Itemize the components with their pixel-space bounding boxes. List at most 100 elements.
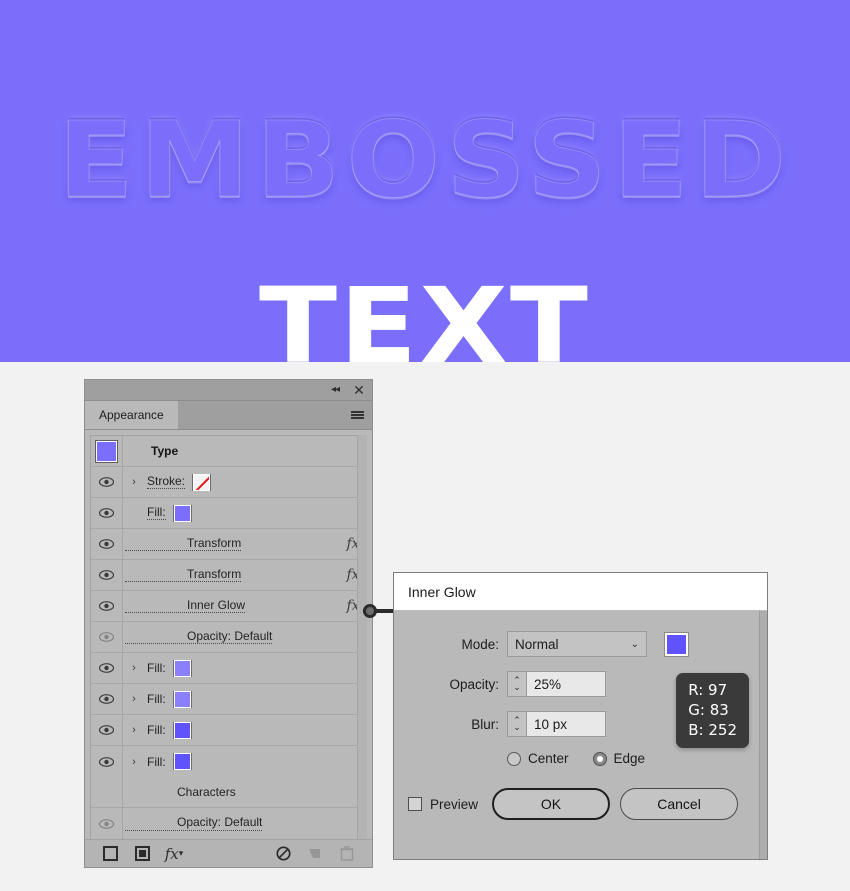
dialog-button-row: Preview OK Cancel [394,788,767,820]
dialog-scrollbar[interactable] [759,611,767,859]
checkbox-icon [408,797,422,811]
preview-checkbox[interactable]: Preview [408,797,478,812]
blend-mode-value: Normal [515,637,559,652]
appearance-row-fill-2[interactable]: › Fill: [91,653,366,684]
transform-1-label-cell: Transform [123,537,340,552]
eye-icon [99,601,114,611]
appearance-row-opacity-bottom[interactable]: Opacity: Default [91,808,366,839]
appearance-row-stroke[interactable]: › Stroke: [91,467,366,498]
duplicate-item-icon[interactable] [304,844,326,864]
embossed-text-artwork: EMBOSSED [0,108,850,212]
radio-option-center[interactable]: Center [507,751,569,766]
solid-text-label: TEXT [259,274,590,362]
eye-icon [99,819,114,829]
new-stroke-icon[interactable] [99,844,121,864]
appearance-row-characters[interactable]: Characters [91,777,366,808]
add-effect-fx-icon[interactable]: fx ▾ [163,844,185,864]
close-panel-icon[interactable]: ✕ [351,382,367,398]
appearance-row-fill-4[interactable]: › Fill: [91,715,366,746]
opacity-1-label-cell: Opacity: Default [123,630,340,645]
glow-origin-radio-group: Center Edge [394,751,767,766]
opacity-1-label: Opacity: Default [125,630,272,645]
transform-2-label-cell: Transform [123,568,340,583]
fill-5-color-swatch[interactable] [174,753,191,770]
opacity-input[interactable]: 25% [526,671,606,697]
panel-menu-icon[interactable] [349,401,365,429]
delete-item-icon[interactable] [336,844,358,864]
cancel-button[interactable]: Cancel [620,788,738,820]
transform-1-label: Transform [125,537,241,552]
opacity-bottom-label: Opacity: Default [125,816,262,831]
stroke-label: Stroke: [147,475,185,490]
collapse-panel-icon[interactable]: ◂◂ [327,382,343,398]
fill-3-visibility-toggle[interactable] [91,684,123,714]
fill-3-label: Fill: [147,692,166,706]
fill-2-disclosure-icon[interactable]: › [123,662,145,674]
blend-mode-select[interactable]: Normal ⌄ [507,631,647,657]
appearance-row-inner-glow[interactable]: Inner Glow fx [91,591,366,622]
fill-2-color-swatch[interactable] [174,660,191,677]
appearance-row-opacity-1[interactable]: Opacity: Default [91,622,366,653]
eye-icon [99,539,114,549]
eye-icon [99,570,114,580]
ok-button[interactable]: OK [492,788,610,820]
stroke-visibility-toggle[interactable] [91,467,123,497]
radio-option-edge[interactable]: Edge [593,751,646,766]
glow-color-swatch[interactable] [665,633,688,656]
transform-2-visibility-toggle[interactable] [91,560,123,590]
stroke-label-cell: Stroke: [145,474,340,491]
radio-center-icon [507,752,521,766]
eye-icon [99,757,114,767]
fill-2-label: Fill: [147,661,166,675]
radio-edge-label: Edge [614,751,646,766]
inner-glow-label-cell: Inner Glow [123,599,340,614]
stroke-none-swatch[interactable] [193,474,210,491]
appearance-row-type[interactable]: Type [91,436,366,467]
fill-3-color-swatch[interactable] [174,691,191,708]
fill-5-disclosure-icon[interactable]: › [123,756,145,768]
fill-2-label-cell: Fill: [145,660,340,677]
blur-input[interactable]: 10 px [526,711,606,737]
blur-stepper[interactable]: ⌃ ⌄ [507,711,526,737]
fill-5-visibility-toggle[interactable] [91,746,123,777]
fill-4-label: Fill: [147,723,166,737]
fill-3-disclosure-icon[interactable]: › [123,693,145,705]
panel-scrollbar[interactable] [357,435,367,848]
new-fill-icon[interactable] [131,844,153,864]
appearance-row-fill-3[interactable]: › Fill: [91,684,366,715]
fill-4-visibility-toggle[interactable] [91,715,123,745]
inner-glow-visibility-toggle[interactable] [91,591,123,621]
appearance-row-fill-5[interactable]: › Fill: [91,746,366,777]
clear-appearance-icon[interactable] [272,844,294,864]
mode-label: Mode: [394,637,507,652]
eye-icon [99,477,114,487]
tab-appearance[interactable]: Appearance [85,401,178,429]
transform-1-visibility-toggle[interactable] [91,529,123,559]
fill-4-color-swatch[interactable] [174,722,191,739]
tabbar-empty-area [178,401,372,429]
fill-main-color-swatch[interactable] [174,505,191,522]
eye-icon [99,725,114,735]
menu-bar-2 [351,414,364,416]
opacity-stepper[interactable]: ⌃ ⌄ [507,671,526,697]
appearance-row-transform-2[interactable]: Transform fx [91,560,366,591]
appearance-row-transform-1[interactable]: Transform fx [91,529,366,560]
appearance-row-fill-main[interactable]: ⱟ Fill: [91,498,366,529]
mode-field-row: Mode: Normal ⌄ [394,631,767,657]
fill-main-disclosure-icon[interactable]: ⱟ [123,507,145,519]
panel-tabbar: Appearance [85,401,372,430]
type-thumb-cell [91,436,123,466]
artboard-canvas: EMBOSSED TEXT [0,0,850,362]
effect-connector-knob[interactable] [363,604,377,618]
fill-4-disclosure-icon[interactable]: › [123,724,145,736]
fill-main-visibility-toggle[interactable] [91,498,123,528]
dialog-body: Mode: Normal ⌄ Opacity: ⌃ ⌄ 25% Blur: ⌃ ⌄ … [394,611,767,820]
opacity-bottom-eye-icon[interactable] [91,808,123,839]
stroke-disclosure-icon[interactable]: › [123,476,145,488]
type-thumbnail-swatch[interactable] [96,441,117,462]
opacity-1-visibility-toggle[interactable] [91,622,123,652]
inner-glow-label: Inner Glow [125,599,245,614]
menu-bar-1 [351,411,364,413]
fill-2-visibility-toggle[interactable] [91,653,123,683]
chevron-down-icon: ⌄ [631,639,639,650]
